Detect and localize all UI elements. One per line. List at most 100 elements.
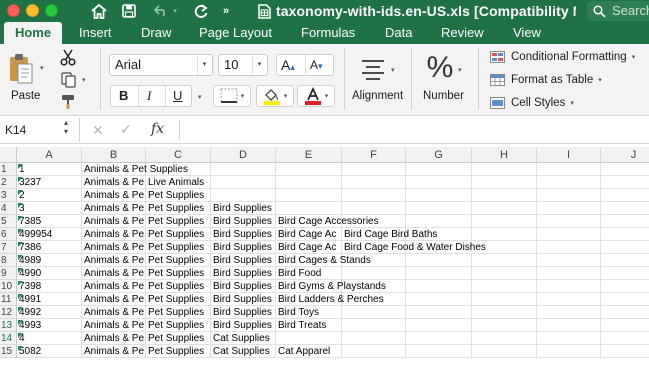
conditional-formatting-button[interactable]: Conditional Formatting ▾ — [490, 51, 635, 63]
row-header-10[interactable]: 10 — [0, 280, 17, 293]
tab-review[interactable]: Review — [441, 25, 484, 40]
close-window-button[interactable] — [7, 4, 20, 17]
paste-label[interactable]: Paste — [11, 90, 40, 102]
tab-draw[interactable]: Draw — [141, 25, 171, 40]
alignment-icon[interactable] — [355, 56, 391, 82]
cell[interactable] — [601, 202, 649, 215]
font-name-dropdown-icon[interactable]: ▾ — [197, 56, 211, 74]
number-label[interactable]: Number — [423, 90, 464, 102]
column-header-e[interactable]: E — [276, 147, 342, 163]
minimize-window-button[interactable] — [26, 4, 39, 17]
font-size-field[interactable]: 10 ▾ — [218, 54, 268, 76]
redo-icon[interactable] — [192, 1, 210, 21]
column-header-b[interactable]: B — [82, 147, 146, 163]
cell[interactable] — [601, 189, 649, 202]
column-header-i[interactable]: I — [537, 147, 601, 163]
increase-font-size-icon[interactable]: A▴ — [281, 57, 295, 73]
tab-home[interactable]: Home — [4, 22, 62, 44]
zoom-window-button[interactable] — [45, 4, 58, 17]
row-header-11[interactable]: 11 — [0, 293, 17, 306]
cell[interactable] — [472, 176, 537, 189]
name-box-stepper-icon[interactable]: ▴ ▾ — [64, 118, 68, 136]
tab-formulas[interactable]: Formulas — [301, 25, 355, 40]
font-size-dropdown-icon[interactable]: ▾ — [252, 56, 266, 74]
worksheet-grid[interactable]: A B C D E F G H I J 1 1 Animals & Pet Supplies 2 3237 A… — [0, 147, 649, 365]
insert-function-icon[interactable]: fx — [151, 121, 164, 137]
row-header-15[interactable]: 15 — [0, 345, 17, 358]
cell[interactable] — [537, 189, 601, 202]
row-header-8[interactable]: 8 — [0, 254, 17, 267]
underline-button[interactable]: U — [173, 88, 182, 103]
fill-color-dropdown-icon[interactable]: ▾ — [284, 92, 288, 100]
format-painter-icon[interactable] — [58, 93, 78, 111]
cell[interactable] — [601, 254, 649, 267]
number-dropdown-icon[interactable]: ▾ — [458, 66, 462, 74]
cell[interactable] — [537, 163, 601, 176]
italic-button[interactable]: I — [147, 88, 151, 104]
cell[interactable] — [537, 332, 601, 345]
tab-page-layout[interactable]: Page Layout — [199, 25, 272, 40]
font-color-button[interactable]: ▾ — [297, 85, 335, 107]
search-placeholder[interactable]: Search — [612, 3, 649, 18]
cell[interactable] — [601, 293, 649, 306]
row-header-1[interactable]: 1 — [0, 163, 17, 176]
cell[interactable] — [601, 280, 649, 293]
decrease-font-size-icon[interactable]: A▾ — [310, 58, 323, 72]
row-header-14[interactable]: 14 — [0, 332, 17, 345]
row-header-2[interactable]: 2 — [0, 176, 17, 189]
row-header-12[interactable]: 12 — [0, 306, 17, 319]
cell[interactable] — [601, 345, 649, 358]
cell[interactable] — [537, 176, 601, 189]
cancel-formula-icon[interactable]: ✕ — [92, 122, 104, 139]
alignment-dropdown-icon[interactable]: ▾ — [391, 66, 395, 74]
column-header-f[interactable]: F — [342, 147, 406, 163]
cell[interactable] — [472, 189, 537, 202]
cell[interactable] — [472, 163, 537, 176]
row-header-3[interactable]: 3 — [0, 189, 17, 202]
more-commands-icon[interactable]: » — [221, 1, 231, 21]
borders-dropdown-icon[interactable]: ▾ — [241, 92, 245, 100]
column-header-d[interactable]: D — [211, 147, 276, 163]
row-header-13[interactable]: 13 — [0, 319, 17, 332]
paste-icon[interactable] — [6, 52, 36, 86]
row-header-5[interactable]: 5 — [0, 215, 17, 228]
cell[interactable] — [601, 306, 649, 319]
alignment-label[interactable]: Alignment — [352, 90, 403, 102]
cell[interactable] — [601, 176, 649, 189]
font-name-field[interactable]: Arial ▾ — [109, 54, 213, 76]
row-header-4[interactable]: 4 — [0, 202, 17, 215]
borders-button[interactable]: ▾ — [213, 85, 251, 107]
cell[interactable] — [601, 332, 649, 345]
cell[interactable] — [601, 163, 649, 176]
bold-button[interactable]: B — [119, 88, 128, 103]
percent-icon[interactable]: % — [424, 51, 456, 85]
tab-data[interactable]: Data — [385, 25, 412, 40]
tab-view[interactable]: View — [513, 25, 541, 40]
save-icon[interactable] — [120, 1, 138, 21]
undo-icon[interactable] — [152, 1, 170, 21]
column-header-h[interactable]: H — [472, 147, 537, 163]
cell-styles-button[interactable]: Cell Styles ▾ — [490, 97, 574, 109]
cell[interactable] — [601, 319, 649, 332]
cut-icon[interactable] — [58, 48, 78, 66]
column-header-j[interactable]: J — [601, 147, 649, 163]
undo-dropdown-icon[interactable]: ▾ — [170, 1, 180, 21]
copy-icon[interactable] — [58, 71, 78, 89]
cell[interactable] — [406, 163, 472, 176]
row-header-9[interactable]: 9 — [0, 267, 17, 280]
font-color-dropdown-icon[interactable]: ▾ — [325, 92, 329, 100]
copy-dropdown-icon[interactable]: ▾ — [82, 76, 86, 84]
fill-color-button[interactable]: ▾ — [256, 85, 294, 107]
enter-formula-icon[interactable]: ✓ — [120, 121, 132, 138]
paste-dropdown-icon[interactable]: ▾ — [40, 64, 44, 72]
column-header-a[interactable]: A — [17, 147, 82, 163]
cell[interactable] — [537, 202, 601, 215]
row-header-7[interactable]: 7 — [0, 241, 17, 254]
row-header-6[interactable]: 6 — [0, 228, 17, 241]
cell[interactable] — [601, 267, 649, 280]
underline-dropdown-icon[interactable]: ▾ — [198, 93, 202, 101]
column-header-g[interactable]: G — [406, 147, 472, 163]
cell[interactable] — [601, 215, 649, 228]
tab-insert[interactable]: Insert — [79, 25, 112, 40]
select-all-corner[interactable] — [0, 147, 17, 163]
